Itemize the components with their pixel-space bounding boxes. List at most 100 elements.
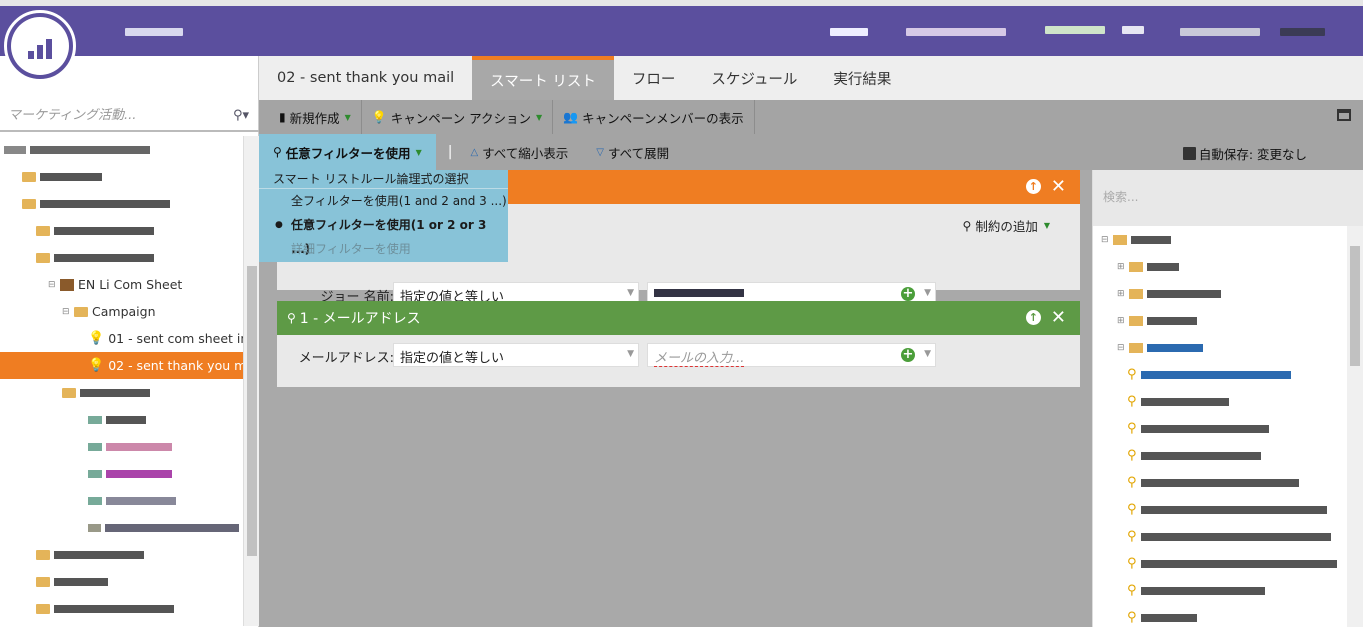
- menu-item-use-all[interactable]: 全フィルターを使用(1 and 2 and 3 ...): [259, 189, 508, 213]
- filter-tree-item[interactable]: ⚲: [1093, 415, 1348, 442]
- marketo-logo[interactable]: [4, 10, 76, 82]
- filter-item-icon: ⚲: [1127, 583, 1137, 598]
- tree-item[interactable]: [0, 379, 243, 406]
- menu-title: スマート リストルール論理式の選択: [259, 170, 508, 189]
- expand-all-label: すべて展開: [607, 145, 670, 161]
- activity-search-input[interactable]: [8, 107, 218, 123]
- tree-item-label: Campaign: [92, 304, 156, 319]
- folder-icon: [1129, 342, 1143, 353]
- field-label: メールアドレス:: [298, 351, 394, 366]
- filter-tree-item[interactable]: ⚲: [1093, 550, 1348, 577]
- separator: |: [447, 144, 453, 160]
- tree-item[interactable]: [0, 217, 243, 244]
- tree-item-program[interactable]: ⊟ EN Li Com Sheet: [0, 271, 243, 298]
- chevron-down-icon: ▼: [924, 349, 931, 359]
- new-button[interactable]: ▮ 新規作成 ▼: [269, 100, 362, 134]
- tab-schedule[interactable]: スケジュール: [693, 56, 815, 100]
- new-icon: ▮: [279, 110, 286, 124]
- tree-item[interactable]: [0, 433, 243, 460]
- filter-tree-item[interactable]: ⊞: [1093, 307, 1348, 334]
- redacted-text: [125, 28, 183, 36]
- filter-card-header[interactable]: ⚲ 1 - メールアドレス ↑ ✕: [277, 301, 1080, 335]
- tree-item-campaign[interactable]: 💡 01 - sent com sheet info: [0, 325, 243, 352]
- filter-item-icon: ⚲: [1127, 421, 1137, 436]
- tree-item[interactable]: [0, 541, 243, 568]
- dropdown-arrow-icon: ▼: [415, 147, 422, 157]
- show-members-button[interactable]: 👥 キャンペーンメンバーの表示: [553, 100, 755, 134]
- tree-item[interactable]: [0, 244, 243, 271]
- tab-campaign-name[interactable]: 02 - sent thank you mail: [259, 56, 472, 100]
- collapse-icon: △: [470, 146, 479, 158]
- activity-search: ⚲▾: [0, 100, 259, 132]
- right-scrollbar[interactable]: [1347, 226, 1363, 627]
- left-scrollbar[interactable]: [243, 136, 259, 626]
- menu-item-use-any[interactable]: 任意フィルターを使用(1 or 2 or 3 ...): [259, 213, 508, 256]
- add-value-icon[interactable]: +: [901, 287, 915, 301]
- filter-card-body: メールアドレス: 指定の値と等しい ▼ メールの入力... + ▼: [277, 335, 1080, 387]
- close-icon[interactable]: ✕: [1051, 178, 1066, 196]
- filter-tree-item[interactable]: ⊟: [1093, 334, 1348, 361]
- scrollbar-thumb[interactable]: [1350, 246, 1360, 366]
- redacted-text: [1280, 28, 1325, 36]
- tree-item-campaign-folder[interactable]: ⊟ Campaign: [0, 298, 243, 325]
- filter-tree-item[interactable]: ⊞: [1093, 280, 1348, 307]
- filter-tree-item[interactable]: ⊞: [1093, 253, 1348, 280]
- close-icon[interactable]: ✕: [1051, 309, 1066, 327]
- move-up-icon[interactable]: ↑: [1025, 310, 1041, 325]
- dropdown-arrow-icon: ▼: [1043, 221, 1050, 230]
- tree-item-label: EN Li Com Sheet: [78, 277, 183, 292]
- tab-smart-list[interactable]: スマート リスト: [472, 56, 614, 100]
- tree-item[interactable]: [0, 487, 243, 514]
- filter-tree-item[interactable]: ⚲: [1093, 523, 1348, 550]
- filter-item-icon: ⚲: [1127, 394, 1137, 409]
- collapse-toggle-icon[interactable]: ⊟: [62, 307, 72, 317]
- tree-item-campaign-selected[interactable]: 💡 02 - sent thank you mail: [0, 352, 243, 379]
- tree-item[interactable]: [0, 136, 243, 163]
- filter-item-icon: ⚲: [1127, 448, 1137, 463]
- redacted-text: [906, 28, 1006, 36]
- operator-select[interactable]: 指定の値と等しい ▼: [393, 343, 639, 367]
- add-constraint-label: 制約の追加: [975, 219, 1038, 234]
- tree-item[interactable]: [0, 514, 243, 541]
- filter-logic-button[interactable]: ⚲ 任意フィルターを使用 ▼: [259, 134, 436, 170]
- filter-tree-item[interactable]: ⚲: [1093, 442, 1348, 469]
- collapse-toggle-icon[interactable]: ⊟: [48, 280, 58, 290]
- lightbulb-icon: 💡: [371, 110, 387, 124]
- redacted-text: [1122, 26, 1144, 34]
- tree-item[interactable]: [0, 568, 243, 595]
- folder-icon: [22, 171, 36, 182]
- chevron-down-icon: ▼: [627, 349, 634, 359]
- expand-all-button[interactable]: ▽ すべて展開: [582, 134, 683, 170]
- move-up-icon[interactable]: ↑: [1025, 179, 1041, 194]
- filter-card-title: 1 - メールアドレス: [299, 311, 421, 327]
- filter-icon[interactable]: ⚲▾: [233, 108, 249, 123]
- filter-tree-item[interactable]: ⚲: [1093, 469, 1348, 496]
- filter-search-input[interactable]: [1103, 190, 1333, 204]
- filter-tree: ⊟ ⊞ ⊞ ⊞ ⊟ ⚲ ⚲ ⚲ ⚲ ⚲ ⚲ ⚲ ⚲ ⚲ ⚲: [1093, 226, 1348, 627]
- add-constraint-button[interactable]: ⚲ 制約の追加 ▼: [963, 216, 1050, 235]
- tree-item[interactable]: [0, 595, 243, 622]
- tree-item[interactable]: [0, 163, 243, 190]
- tree-item[interactable]: [0, 460, 243, 487]
- folder-icon: [36, 225, 50, 236]
- filter-tree-item[interactable]: ⚲: [1093, 361, 1348, 388]
- filter-tree-item[interactable]: ⚲: [1093, 388, 1348, 415]
- collapse-all-button[interactable]: △ すべて縮小表示: [470, 134, 582, 170]
- dropdown-arrow-icon: ▼: [535, 112, 543, 122]
- folder-icon: [36, 549, 50, 560]
- scrollbar-thumb[interactable]: [247, 266, 257, 556]
- campaign-action-button[interactable]: 💡 キャンペーン アクション ▼: [362, 100, 554, 134]
- filter-tree-item[interactable]: ⊟: [1093, 226, 1348, 253]
- tree-item[interactable]: [0, 406, 243, 433]
- toolbar: ▮ 新規作成 ▼ 💡 キャンペーン アクション ▼ 👥 キャンペーンメンバーの表…: [259, 100, 1363, 134]
- add-value-icon[interactable]: +: [901, 348, 915, 362]
- tab-flow[interactable]: フロー: [614, 56, 694, 100]
- maximize-icon[interactable]: [1337, 109, 1351, 121]
- tree-item[interactable]: [0, 190, 243, 217]
- folder-icon: [22, 198, 36, 209]
- filter-tree-item[interactable]: ⚲: [1093, 496, 1348, 523]
- filter-tree-item[interactable]: ⚲: [1093, 577, 1348, 604]
- tab-results[interactable]: 実行結果: [815, 56, 909, 100]
- filter-tree-item[interactable]: ⚲: [1093, 604, 1348, 627]
- email-value-input[interactable]: メールの入力... + ▼: [647, 343, 936, 367]
